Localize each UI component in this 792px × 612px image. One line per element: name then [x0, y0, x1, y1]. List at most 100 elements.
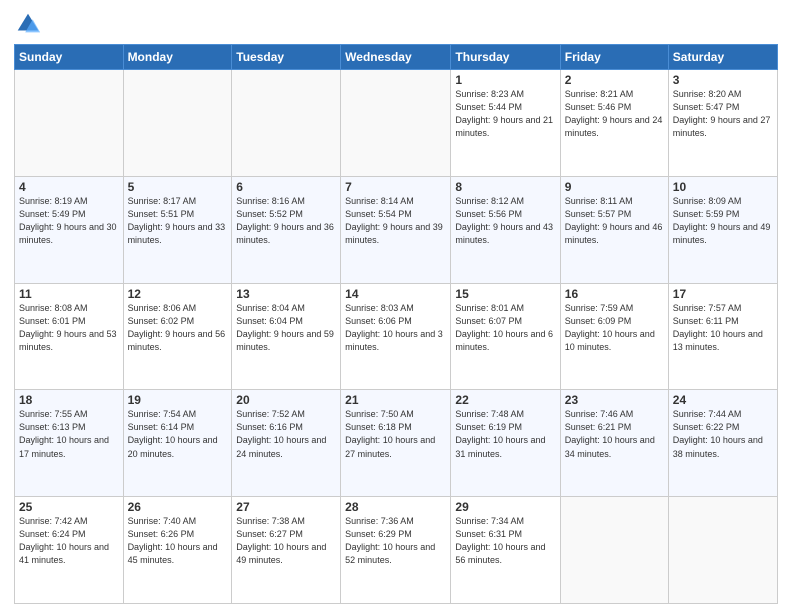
day-info: Sunrise: 8:06 AM Sunset: 6:02 PM Dayligh…: [128, 302, 228, 354]
day-info: Sunrise: 8:03 AM Sunset: 6:06 PM Dayligh…: [345, 302, 446, 354]
calendar-cell: [560, 497, 668, 604]
day-number: 19: [128, 393, 228, 407]
day-number: 27: [236, 500, 336, 514]
calendar-cell: 7Sunrise: 8:14 AM Sunset: 5:54 PM Daylig…: [341, 176, 451, 283]
day-info: Sunrise: 7:34 AM Sunset: 6:31 PM Dayligh…: [455, 515, 555, 567]
col-header-wednesday: Wednesday: [341, 45, 451, 70]
calendar-cell: [668, 497, 777, 604]
calendar-header-row: SundayMondayTuesdayWednesdayThursdayFrid…: [15, 45, 778, 70]
calendar-cell: 6Sunrise: 8:16 AM Sunset: 5:52 PM Daylig…: [232, 176, 341, 283]
calendar-cell: [15, 70, 124, 177]
calendar-cell: 8Sunrise: 8:12 AM Sunset: 5:56 PM Daylig…: [451, 176, 560, 283]
logo: [14, 10, 46, 38]
day-info: Sunrise: 7:40 AM Sunset: 6:26 PM Dayligh…: [128, 515, 228, 567]
day-info: Sunrise: 7:46 AM Sunset: 6:21 PM Dayligh…: [565, 408, 664, 460]
calendar-week-row: 11Sunrise: 8:08 AM Sunset: 6:01 PM Dayli…: [15, 283, 778, 390]
day-info: Sunrise: 7:57 AM Sunset: 6:11 PM Dayligh…: [673, 302, 773, 354]
col-header-friday: Friday: [560, 45, 668, 70]
calendar-cell: 9Sunrise: 8:11 AM Sunset: 5:57 PM Daylig…: [560, 176, 668, 283]
day-info: Sunrise: 7:42 AM Sunset: 6:24 PM Dayligh…: [19, 515, 119, 567]
day-info: Sunrise: 7:59 AM Sunset: 6:09 PM Dayligh…: [565, 302, 664, 354]
calendar-page: SundayMondayTuesdayWednesdayThursdayFrid…: [0, 0, 792, 612]
col-header-sunday: Sunday: [15, 45, 124, 70]
day-number: 12: [128, 287, 228, 301]
day-info: Sunrise: 8:08 AM Sunset: 6:01 PM Dayligh…: [19, 302, 119, 354]
day-number: 11: [19, 287, 119, 301]
day-info: Sunrise: 7:44 AM Sunset: 6:22 PM Dayligh…: [673, 408, 773, 460]
calendar-cell: 14Sunrise: 8:03 AM Sunset: 6:06 PM Dayli…: [341, 283, 451, 390]
calendar-cell: 17Sunrise: 7:57 AM Sunset: 6:11 PM Dayli…: [668, 283, 777, 390]
calendar-cell: [232, 70, 341, 177]
day-number: 15: [455, 287, 555, 301]
day-info: Sunrise: 8:11 AM Sunset: 5:57 PM Dayligh…: [565, 195, 664, 247]
day-info: Sunrise: 7:50 AM Sunset: 6:18 PM Dayligh…: [345, 408, 446, 460]
day-number: 2: [565, 73, 664, 87]
day-number: 25: [19, 500, 119, 514]
col-header-thursday: Thursday: [451, 45, 560, 70]
calendar-cell: 24Sunrise: 7:44 AM Sunset: 6:22 PM Dayli…: [668, 390, 777, 497]
calendar-cell: 16Sunrise: 7:59 AM Sunset: 6:09 PM Dayli…: [560, 283, 668, 390]
calendar-cell: 19Sunrise: 7:54 AM Sunset: 6:14 PM Dayli…: [123, 390, 232, 497]
day-number: 3: [673, 73, 773, 87]
calendar-cell: 28Sunrise: 7:36 AM Sunset: 6:29 PM Dayli…: [341, 497, 451, 604]
day-info: Sunrise: 7:52 AM Sunset: 6:16 PM Dayligh…: [236, 408, 336, 460]
day-info: Sunrise: 8:16 AM Sunset: 5:52 PM Dayligh…: [236, 195, 336, 247]
day-info: Sunrise: 8:14 AM Sunset: 5:54 PM Dayligh…: [345, 195, 446, 247]
calendar-week-row: 4Sunrise: 8:19 AM Sunset: 5:49 PM Daylig…: [15, 176, 778, 283]
calendar-cell: 15Sunrise: 8:01 AM Sunset: 6:07 PM Dayli…: [451, 283, 560, 390]
day-number: 6: [236, 180, 336, 194]
calendar-cell: 22Sunrise: 7:48 AM Sunset: 6:19 PM Dayli…: [451, 390, 560, 497]
day-number: 9: [565, 180, 664, 194]
day-number: 7: [345, 180, 446, 194]
calendar-cell: 3Sunrise: 8:20 AM Sunset: 5:47 PM Daylig…: [668, 70, 777, 177]
day-info: Sunrise: 7:38 AM Sunset: 6:27 PM Dayligh…: [236, 515, 336, 567]
day-number: 24: [673, 393, 773, 407]
day-number: 16: [565, 287, 664, 301]
calendar-cell: 10Sunrise: 8:09 AM Sunset: 5:59 PM Dayli…: [668, 176, 777, 283]
day-number: 10: [673, 180, 773, 194]
day-info: Sunrise: 8:17 AM Sunset: 5:51 PM Dayligh…: [128, 195, 228, 247]
day-number: 18: [19, 393, 119, 407]
day-number: 8: [455, 180, 555, 194]
calendar-cell: [341, 70, 451, 177]
day-number: 26: [128, 500, 228, 514]
day-number: 1: [455, 73, 555, 87]
day-number: 29: [455, 500, 555, 514]
day-info: Sunrise: 8:21 AM Sunset: 5:46 PM Dayligh…: [565, 88, 664, 140]
calendar-cell: 27Sunrise: 7:38 AM Sunset: 6:27 PM Dayli…: [232, 497, 341, 604]
day-info: Sunrise: 8:20 AM Sunset: 5:47 PM Dayligh…: [673, 88, 773, 140]
day-number: 5: [128, 180, 228, 194]
calendar-cell: 2Sunrise: 8:21 AM Sunset: 5:46 PM Daylig…: [560, 70, 668, 177]
col-header-tuesday: Tuesday: [232, 45, 341, 70]
calendar-cell: [123, 70, 232, 177]
calendar-cell: 5Sunrise: 8:17 AM Sunset: 5:51 PM Daylig…: [123, 176, 232, 283]
day-number: 13: [236, 287, 336, 301]
day-number: 23: [565, 393, 664, 407]
calendar-cell: 1Sunrise: 8:23 AM Sunset: 5:44 PM Daylig…: [451, 70, 560, 177]
day-number: 21: [345, 393, 446, 407]
day-info: Sunrise: 8:09 AM Sunset: 5:59 PM Dayligh…: [673, 195, 773, 247]
calendar-week-row: 1Sunrise: 8:23 AM Sunset: 5:44 PM Daylig…: [15, 70, 778, 177]
day-info: Sunrise: 8:01 AM Sunset: 6:07 PM Dayligh…: [455, 302, 555, 354]
logo-icon: [14, 10, 42, 38]
calendar-cell: 18Sunrise: 7:55 AM Sunset: 6:13 PM Dayli…: [15, 390, 124, 497]
calendar-week-row: 25Sunrise: 7:42 AM Sunset: 6:24 PM Dayli…: [15, 497, 778, 604]
day-number: 14: [345, 287, 446, 301]
day-number: 28: [345, 500, 446, 514]
day-info: Sunrise: 7:54 AM Sunset: 6:14 PM Dayligh…: [128, 408, 228, 460]
calendar-cell: 21Sunrise: 7:50 AM Sunset: 6:18 PM Dayli…: [341, 390, 451, 497]
header: [14, 10, 778, 38]
day-info: Sunrise: 8:12 AM Sunset: 5:56 PM Dayligh…: [455, 195, 555, 247]
calendar-cell: 23Sunrise: 7:46 AM Sunset: 6:21 PM Dayli…: [560, 390, 668, 497]
day-number: 17: [673, 287, 773, 301]
col-header-monday: Monday: [123, 45, 232, 70]
day-info: Sunrise: 8:23 AM Sunset: 5:44 PM Dayligh…: [455, 88, 555, 140]
day-info: Sunrise: 8:04 AM Sunset: 6:04 PM Dayligh…: [236, 302, 336, 354]
day-info: Sunrise: 7:55 AM Sunset: 6:13 PM Dayligh…: [19, 408, 119, 460]
calendar-cell: 4Sunrise: 8:19 AM Sunset: 5:49 PM Daylig…: [15, 176, 124, 283]
calendar-week-row: 18Sunrise: 7:55 AM Sunset: 6:13 PM Dayli…: [15, 390, 778, 497]
day-number: 20: [236, 393, 336, 407]
day-info: Sunrise: 7:36 AM Sunset: 6:29 PM Dayligh…: [345, 515, 446, 567]
calendar-table: SundayMondayTuesdayWednesdayThursdayFrid…: [14, 44, 778, 604]
day-info: Sunrise: 8:19 AM Sunset: 5:49 PM Dayligh…: [19, 195, 119, 247]
